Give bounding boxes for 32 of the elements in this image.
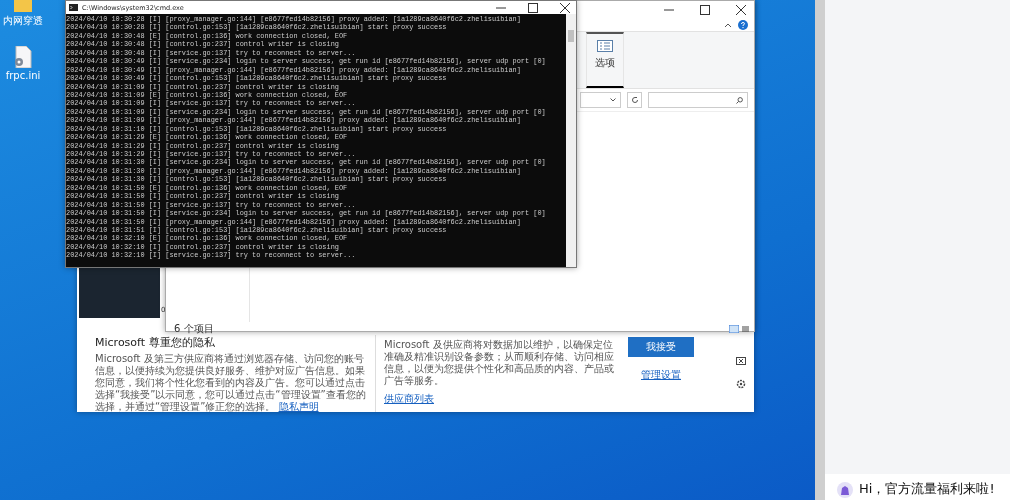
options-button[interactable]: 选项 [586,32,624,88]
manage-settings-link[interactable]: 管理设置 [641,369,681,381]
refresh-button[interactable] [627,92,643,108]
accept-button[interactable]: 我接受 [628,337,694,357]
list-icon [597,40,613,52]
collapse-ribbon-icon[interactable] [724,22,732,28]
refresh-icon [630,96,639,104]
desktop-icon-label[interactable]: 内网穿透 [3,14,43,28]
search-icon [736,96,743,104]
list-view-icon[interactable] [741,325,750,333]
scrollbar[interactable] [566,14,576,267]
settings-icon[interactable] [736,379,746,389]
close-icon[interactable] [560,2,570,13]
avatar-icon [837,482,853,498]
maximize-icon[interactable] [528,2,538,13]
address-field[interactable] [580,92,622,108]
settings-file-icon[interactable] [14,46,32,68]
chevron-down-icon[interactable] [610,98,617,102]
vendor-paragraph: Microsoft 及供应商将对数据加以维护，以确保定位准确及精准识别设备参数；从而顺利存储、访问相应信息，以便为您提供个性化和高品质的内容、产品或广告等服务。 [384,339,614,387]
desktop-icon-label[interactable]: frpc.ini [5,70,41,81]
consent-title: Microsoft 尊重您的隐私 [95,335,216,350]
terminal-icon [69,4,78,11]
search-field[interactable] [648,92,748,108]
close-icon[interactable] [736,5,746,15]
vendor-list-link[interactable]: 供应商列表 [384,393,434,404]
privacy-link[interactable]: 隐私声明 [278,401,319,412]
item-count: 6 个项目 [174,322,214,336]
maximize-icon[interactable] [700,5,710,15]
help-icon[interactable] [738,20,748,30]
consent-paragraph: Microsoft 及第三方供应商将通过浏览器存储、访问您的账号信息，以便持续为您提供良好服务、维护对应广告信息。如果您同意，我们将个性化您看到的内容及广告。您可以通过点击选择“我接受”以示同意，您可以通过点击“管理设置”查看您的选择，并通过“管理设置”修正您的选择。 隐私声明 [95,353,367,413]
feedback-icon[interactable] [736,357,746,367]
greeting-text: Hi，官方流量福利来啦! [859,482,995,496]
